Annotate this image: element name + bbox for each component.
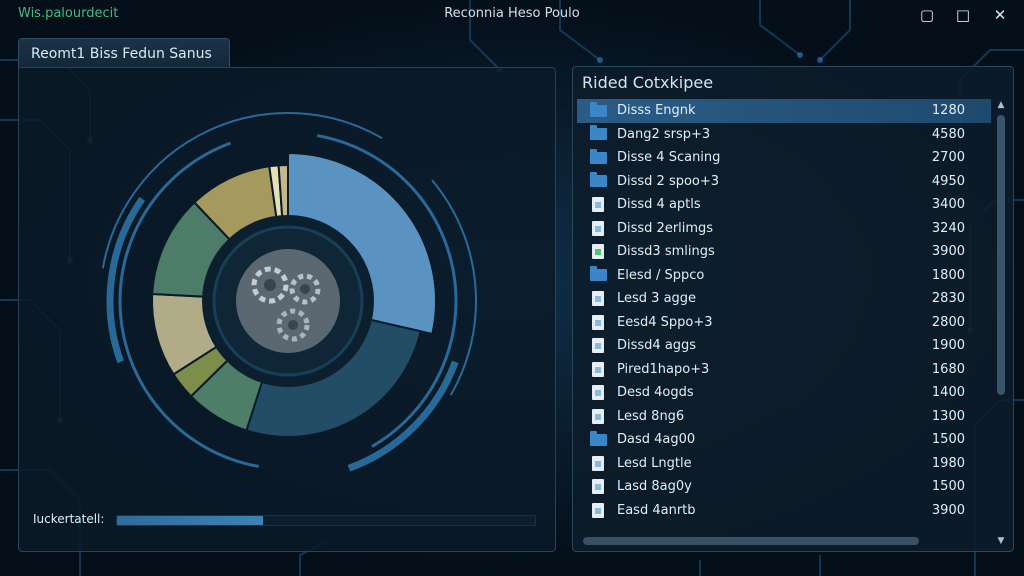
list-item[interactable]: Desd 4ogds 1400: [577, 381, 991, 405]
item-size: 3240: [931, 220, 965, 236]
item-name: Eesd4 Sppo+3: [617, 314, 713, 330]
folder-icon: [585, 172, 611, 188]
file-icon: [585, 455, 611, 471]
item-size: 3900: [931, 502, 965, 518]
item-size: 1800: [931, 267, 965, 283]
tab-label: Reomt1 Biss Fedun Sanus: [31, 45, 212, 62]
item-size: 1900: [931, 338, 965, 354]
progress-fill: [117, 516, 264, 525]
list-item[interactable]: Lesd Lngtle 1980: [577, 452, 991, 476]
minimize-button[interactable]: ▢: [916, 4, 938, 26]
file-icon: [585, 502, 611, 518]
list-item[interactable]: Dissd 4 aptls 3400: [577, 193, 991, 217]
vertical-scrollbar[interactable]: ▲ ▼: [995, 99, 1007, 547]
file-list: Disss Engnk 1280 Dang2 srsp+3 4580 Disse 4 S…: [577, 99, 991, 522]
list-item[interactable]: Dissd 2erlimgs 3240: [577, 217, 991, 241]
item-name: Disse 4 Scaning: [617, 150, 721, 166]
list-item[interactable]: Dissd3 smlings 3900: [577, 240, 991, 264]
list-item[interactable]: Pired1hapo+3 1680: [577, 358, 991, 382]
file-icon: [585, 385, 611, 401]
item-size: 2830: [931, 291, 965, 307]
window-title: Reconnia Heso Poulo: [444, 6, 580, 21]
item-size: 4580: [931, 126, 965, 142]
file-icon: [585, 408, 611, 424]
list-item[interactable]: Disse 4 Scaning 2700: [577, 146, 991, 170]
minimize-icon: ▢: [919, 6, 935, 24]
tab-system-status[interactable]: Reomt1 Biss Fedun Sanus: [18, 38, 230, 68]
item-size: 1300: [931, 408, 965, 424]
disk-usage-chart: [101, 112, 477, 472]
item-size: 2700: [931, 150, 965, 166]
gears-icon: [236, 249, 340, 353]
file-icon: [585, 220, 611, 236]
file-icon: [585, 338, 611, 354]
list-item[interactable]: Lesd 8ng6 1300: [577, 405, 991, 429]
list-item[interactable]: Dissd4 aggs 1900: [577, 334, 991, 358]
list-item[interactable]: Easd 4anrtb 3900: [577, 499, 991, 523]
item-size: 1280: [931, 103, 965, 119]
item-size: 3400: [931, 197, 965, 213]
folder-icon: [585, 266, 611, 282]
item-name: Dang2 srsp+3: [617, 126, 711, 142]
list-item[interactable]: Eesd4 Sppo+3 2800: [577, 311, 991, 335]
folder-icon: [585, 430, 611, 446]
item-name: Dissd 2erlimgs: [617, 220, 714, 236]
list-item[interactable]: Dissd 2 spoo+3 4950: [577, 170, 991, 194]
item-size: 3900: [931, 244, 965, 260]
item-size: 4950: [931, 173, 965, 189]
item-size: 1680: [931, 361, 965, 377]
list-item[interactable]: Lesd 3 agge 2830: [577, 287, 991, 311]
item-size: 2800: [931, 314, 965, 330]
file-icon: [585, 291, 611, 307]
item-size: 1400: [931, 385, 965, 401]
item-size: 1500: [931, 432, 965, 448]
item-name: Elesd / Sppco: [617, 267, 705, 283]
list-item[interactable]: Elesd / Sppco 1800: [577, 264, 991, 288]
item-name: Dissd 2 spoo+3: [617, 173, 720, 189]
item-name: Lesd 3 agge: [617, 291, 697, 307]
maximize-icon: □: [955, 6, 971, 24]
file-icon: [585, 314, 611, 330]
scroll-down-icon[interactable]: ▼: [995, 535, 1007, 547]
item-name: Dissd3 smlings: [617, 244, 715, 260]
item-name: Lesd 8ng6: [617, 408, 685, 424]
item-name: Pired1hapo+3: [617, 361, 710, 377]
item-size: 1980: [931, 455, 965, 471]
list-item[interactable]: Disss Engnk 1280: [577, 99, 991, 123]
item-name: Lasd 8ag0y: [617, 479, 692, 495]
file-list-panel: Rided Cotxkipee Disss Engnk 1280 Dang2 srs…: [572, 66, 1014, 552]
file-icon: [585, 361, 611, 377]
progress-bar: [116, 515, 536, 526]
item-name: Desd 4ogds: [617, 385, 694, 401]
maximize-button[interactable]: □: [952, 4, 974, 26]
file-icon: [585, 479, 611, 495]
list-item[interactable]: Dang2 srsp+3 4580: [577, 123, 991, 147]
folder-icon: [585, 125, 611, 141]
close-icon: ✕: [993, 6, 1007, 24]
list-item[interactable]: Lasd 8ag0y 1500: [577, 475, 991, 499]
file-list-title: Rided Cotxkipee: [582, 73, 714, 92]
progress-label: Iuckertatell:: [33, 512, 105, 526]
scroll-up-icon[interactable]: ▲: [995, 99, 1007, 111]
horizontal-scrollbar[interactable]: [583, 537, 919, 545]
file-icon: [585, 197, 611, 213]
title-bar: Wis.palourdecit Reconnia Heso Poulo ▢ □ …: [0, 0, 1024, 30]
item-name: Disss Engnk: [617, 103, 696, 119]
scroll-thumb[interactable]: [997, 115, 1005, 395]
folder-icon: [585, 148, 611, 164]
item-size: 1500: [931, 479, 965, 495]
close-button[interactable]: ✕: [989, 4, 1011, 26]
list-item[interactable]: Dasd 4ag00 1500: [577, 428, 991, 452]
item-name: Dasd 4ag00: [617, 432, 696, 448]
item-name: Dissd4 aggs: [617, 338, 697, 354]
item-name: Lesd Lngtle: [617, 455, 692, 471]
item-name: Dissd 4 aptls: [617, 197, 701, 213]
item-name: Easd 4anrtb: [617, 502, 696, 518]
file-green-icon: [585, 244, 611, 260]
folder-icon: [585, 101, 611, 117]
